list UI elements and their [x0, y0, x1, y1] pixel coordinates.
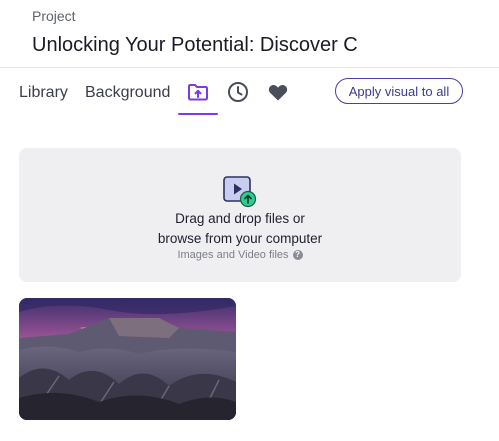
file-types-label: Images and Video files	[177, 249, 289, 261]
tab-background[interactable]: Background	[85, 84, 170, 102]
video-upload-icon	[223, 176, 257, 208]
header-divider	[0, 67, 499, 68]
tab-favorites[interactable]	[264, 78, 292, 106]
dropzone-file-types: Images and Video files?	[19, 249, 461, 261]
project-title[interactable]: Unlocking Your Potential: Discover C	[32, 34, 374, 57]
apply-visual-to-all-button[interactable]: Apply visual to all	[335, 78, 463, 104]
upload-dropzone[interactable]: Drag and drop files or browse from your …	[19, 148, 461, 282]
dropzone-instruction-line2[interactable]: browse from your computer	[19, 231, 461, 246]
folder-upload-icon	[188, 84, 208, 101]
heart-icon	[268, 85, 288, 101]
clock-icon	[228, 82, 248, 102]
tab-recent[interactable]	[224, 78, 252, 106]
dropzone-instruction-line1: Drag and drop files or	[175, 211, 305, 226]
tab-library[interactable]: Library	[19, 84, 68, 102]
active-tab-indicator	[178, 113, 218, 115]
help-icon[interactable]: ?	[292, 250, 303, 260]
media-thumbnail[interactable]	[19, 298, 236, 420]
landscape-image	[19, 298, 236, 420]
project-label: Project	[32, 8, 76, 24]
tab-upload[interactable]	[184, 78, 212, 106]
